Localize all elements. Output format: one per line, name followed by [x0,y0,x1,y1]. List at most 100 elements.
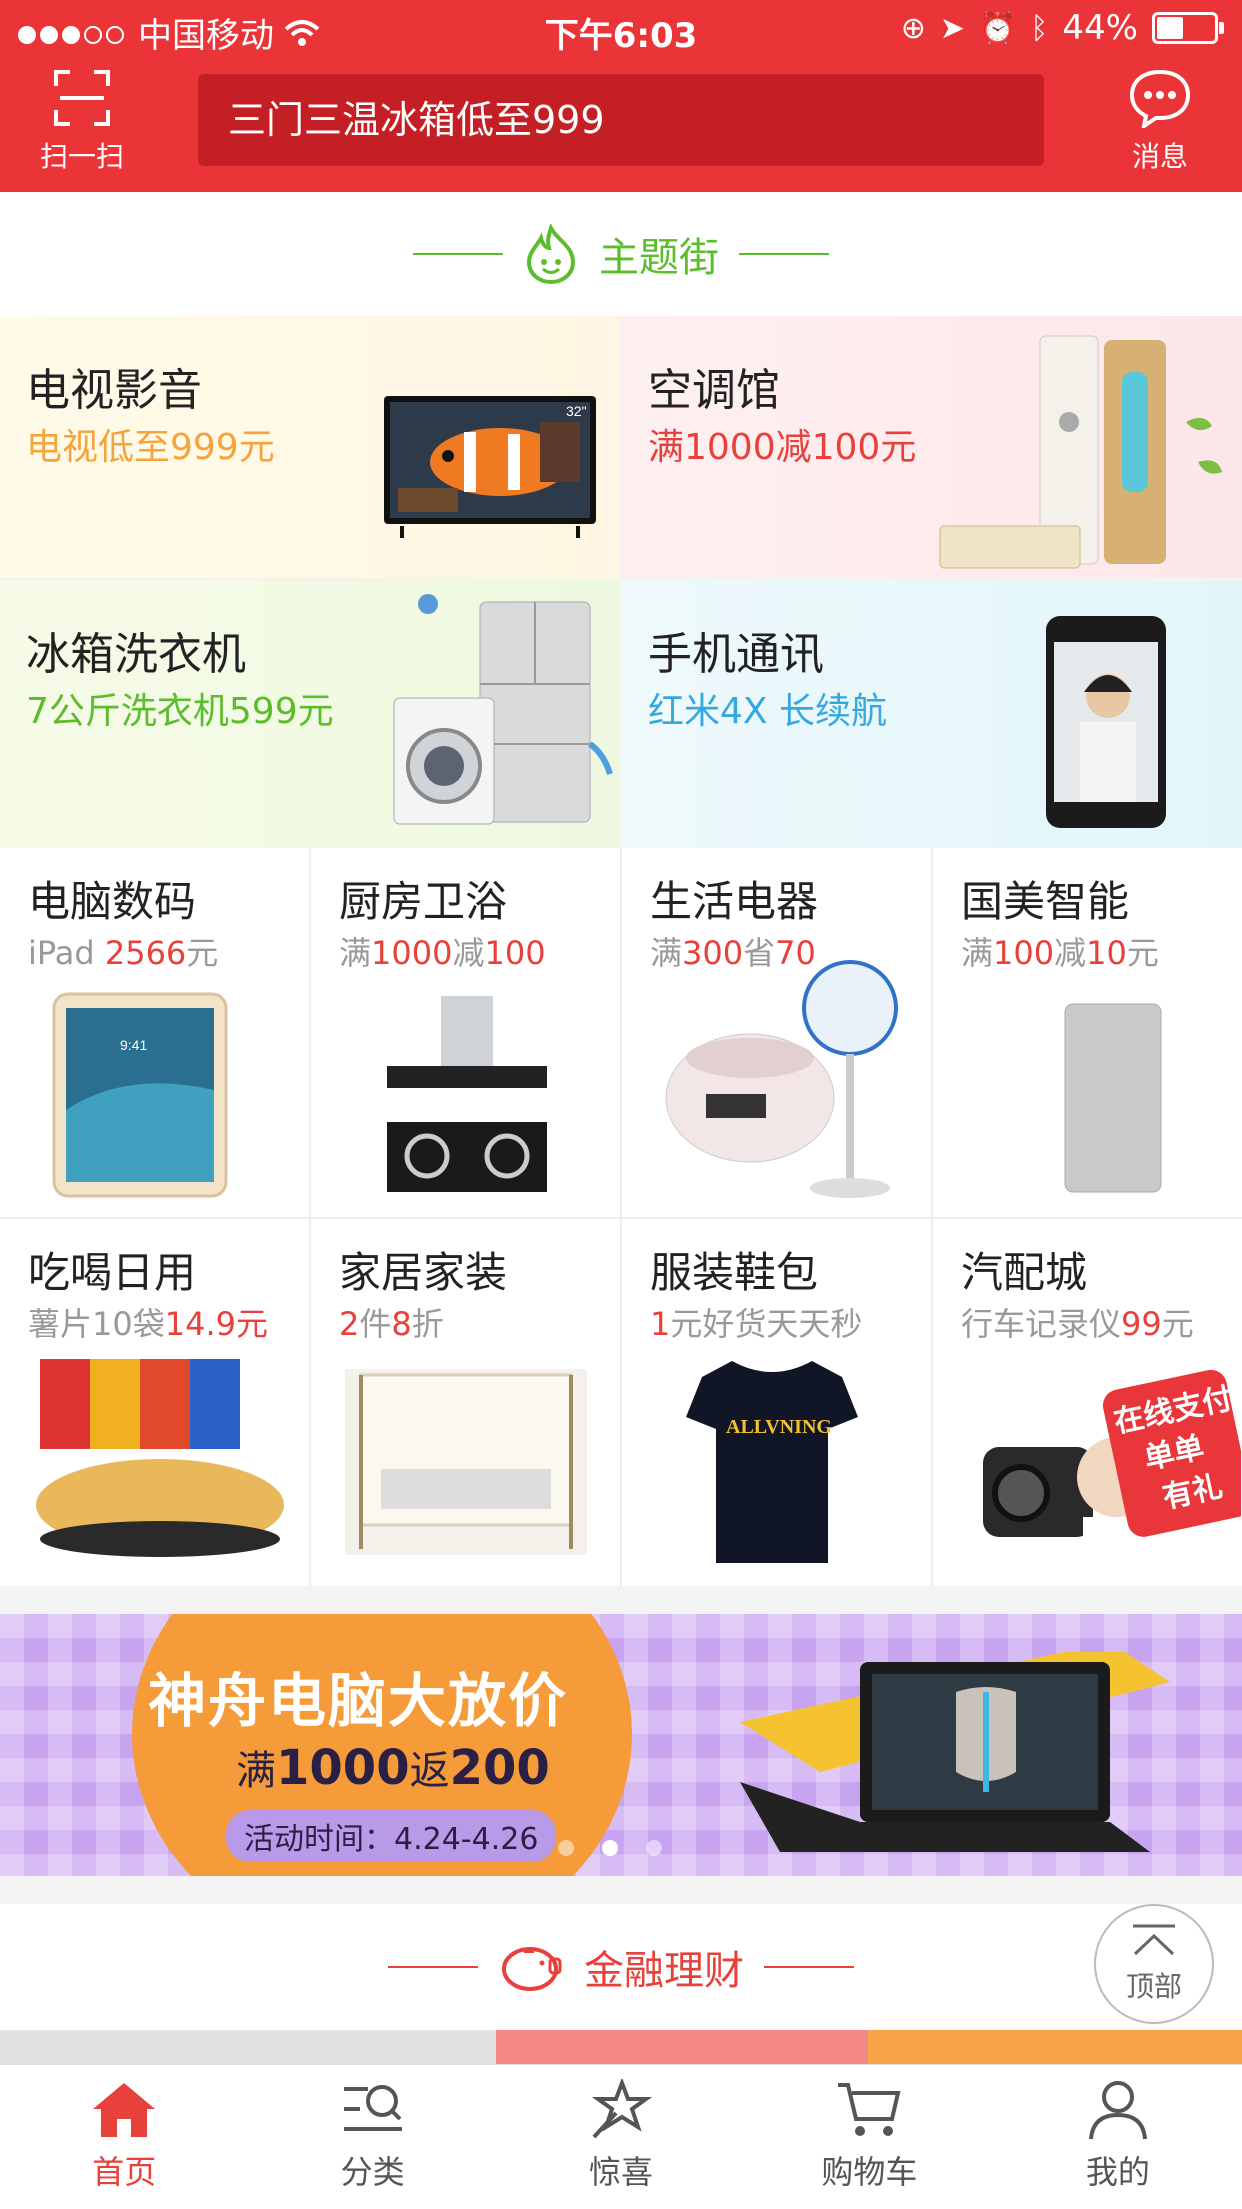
tile-subtitle: 7公斤洗衣机599元 [26,691,334,732]
category-clothing[interactable]: 服装鞋包 1元好货天天秒 ALLVNING [622,1219,931,1586]
offer-part: 200 [449,1740,550,1796]
category-title: 汽配城 [961,1248,1088,1297]
subtitle-part: 1 [650,1305,671,1343]
battery-percent: 44% [1062,8,1138,48]
category-title: 服装鞋包 [650,1248,819,1297]
subtitle-part: 元好货天天秒 [670,1305,863,1343]
subtitle-part: 14.9元 [164,1305,268,1343]
tv-size-badge: 32" [566,403,587,419]
pager-dot[interactable] [558,1840,574,1856]
theme-street-title: 主题街 [599,235,719,281]
subtitle-part: 折 [411,1305,444,1343]
user-icon [1088,2081,1147,2140]
rotation-lock-icon: ⊕ [900,10,926,46]
tab-surprise[interactable]: 惊喜 [497,2065,745,2209]
finance-title: 金融理财 [584,1948,744,1994]
category-food[interactable]: 吃喝日用 薯片10袋14.9元 [0,1219,309,1586]
category-subtitle: 1元好货天天秒 [650,1299,862,1345]
message-button[interactable]: 消息 [1100,68,1220,175]
subtitle-part: 10 [1086,934,1127,972]
finance-card-3[interactable] [868,2030,1242,2064]
category-title: 电脑数码 [28,877,197,926]
ipad-image: 9:41 [52,992,228,1198]
tab-category[interactable]: 分类 [248,2065,496,2209]
category-appliance[interactable]: 生活电器 满300省70 [622,848,931,1217]
theme-tile-fridge[interactable]: 冰箱洗衣机 7公斤洗衣机599元 [0,580,620,848]
subtitle-part: 满 [961,934,994,972]
message-label: 消息 [1131,140,1188,173]
subtitle-part: 行车记录仪 [961,1305,1122,1343]
bottom-tab-bar: 首页 分类 惊喜 购物车 我的 [0,2064,1242,2209]
piggy-bank-icon [502,1947,562,1991]
category-home[interactable]: 家居家装 2件8折 [311,1219,620,1586]
category-subtitle: 2件8折 [339,1299,444,1345]
subtitle-part: 99 [1121,1305,1162,1343]
category-smart[interactable]: 国美智能 满100减10元 [933,848,1242,1217]
category-search-icon [343,2085,402,2131]
subtitle-part: 1000 [371,934,453,972]
finance-card-1[interactable] [0,2030,496,2064]
category-subtitle: iPad 2566元 [28,928,218,974]
bluetooth-icon: ᛒ [1030,10,1049,46]
svg-text:9:41: 9:41 [120,1037,147,1053]
theme-street-heading: 主题街 [0,192,1242,316]
offer-part: 1000 [276,1740,410,1796]
category-title: 吃喝日用 [28,1248,197,1297]
home-icon [93,2083,156,2137]
promo-banner[interactable]: 神舟电脑大放价 满1000返200 活动时间：4.24-4.26 [0,1614,1242,1876]
tab-label: 我的 [1085,2153,1150,2191]
message-icon [1129,69,1191,131]
divider [739,253,829,255]
tile-title: 电视影音 [26,365,202,416]
tile-title: 空调馆 [648,365,780,416]
banner-offer: 满1000返200 [236,1738,550,1796]
subtitle-part: 减 [1054,934,1087,972]
theme-tile-aircon[interactable]: 空调馆 满1000减100元 [622,316,1242,578]
category-computer[interactable]: 电脑数码 iPad 2566元 9:41 [0,848,309,1217]
subtitle-part: 8 [391,1305,412,1343]
category-auto[interactable]: 汽配城 行车记录仪99元 在线支付 单单 有礼 [933,1219,1242,1586]
back-to-top-label: 顶部 [1125,1970,1182,2003]
banner-title: 神舟电脑大放价 [148,1667,569,1735]
shirt-print-text: ALLVNING [726,1416,832,1438]
tab-label: 惊喜 [589,2153,654,2191]
tab-cart[interactable]: 购物车 [745,2065,993,2209]
battery-icon [1152,12,1224,44]
subtitle-part: iPad [28,934,105,972]
subtitle-part: 元 [186,934,219,972]
fridge-washer-image [393,594,613,825]
tab-home[interactable]: 首页 [0,2065,248,2209]
subtitle-part: 件 [359,1305,392,1343]
back-to-top-button[interactable]: 顶部 [1094,1904,1214,2024]
pager-dot-active[interactable] [602,1840,618,1856]
aircon-image [939,335,1222,569]
divider [413,253,503,255]
category-grid: 电脑数码 iPad 2566元 9:41 厨房卫浴 满1000减100 生活电器… [0,848,1242,1586]
pager-dot[interactable] [646,1840,662,1856]
flame-icon [526,224,576,284]
tile-subtitle: 满1000减100元 [648,427,917,468]
canopy-bed-image [345,1369,587,1555]
dashcam-image: 在线支付 单单 有礼 [983,1369,1241,1563]
power-bank-image [1064,1003,1162,1193]
divider [764,1966,854,1968]
theme-tile-tv[interactable]: 电视影音 电视低至999元 32" [0,316,620,578]
tile-subtitle: 电视低至999元 [26,427,275,468]
rice-cooker-fan-image [665,960,898,1198]
category-subtitle: 行车记录仪99元 [961,1299,1194,1345]
tab-mine[interactable]: 我的 [994,2065,1242,2209]
category-subtitle: 满1000减100 [339,928,546,974]
category-kitchen[interactable]: 厨房卫浴 满1000减100 [311,848,620,1217]
subtitle-part: 元 [1161,1305,1194,1343]
scan-button[interactable]: 扫一扫 [22,68,142,175]
search-input[interactable]: 三门三温冰箱低至999 [198,74,1044,166]
finance-card-2[interactable] [496,2030,868,2064]
scan-icon [54,70,110,126]
subtitle-part: 100 [993,934,1055,972]
location-icon: ➤ [939,10,966,46]
status-bar: 中国移动 下午6:03 ⊕ ➤ ⏰ ᛒ 44% [0,0,1242,62]
banner-pager [558,1840,662,1856]
scan-label: 扫一扫 [39,140,124,173]
theme-tile-phone[interactable]: 手机通讯 红米4X 长续航 [622,580,1242,848]
magic-wand-icon [591,2079,653,2139]
